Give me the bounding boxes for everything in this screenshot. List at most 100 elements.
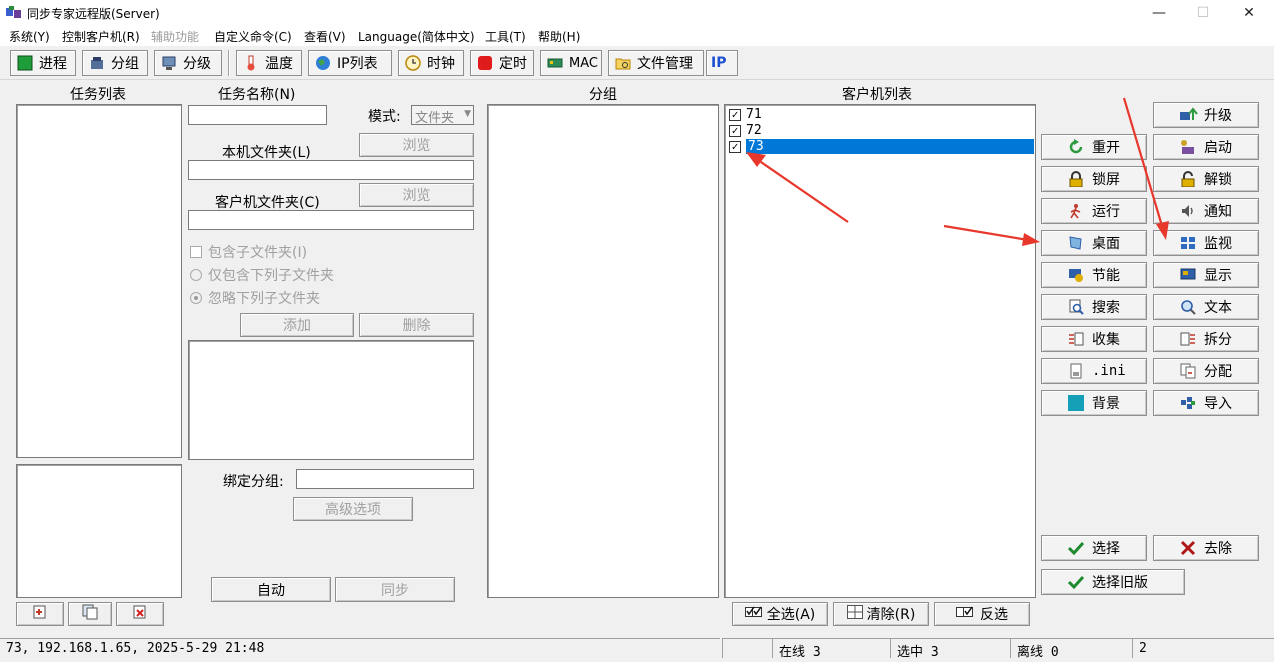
sync-button[interactable]: 同步 — [335, 577, 455, 602]
include-subfolders-checkbox[interactable]: 包含子文件夹(I) — [190, 242, 307, 262]
background-button[interactable]: 背景 — [1041, 390, 1147, 416]
toolbar-ip-list-button[interactable]: IP列表 — [308, 50, 392, 76]
toolbar-separator — [228, 50, 230, 76]
menu-tools[interactable]: 工具(T) — [485, 28, 526, 45]
minimize-icon: — — [1152, 5, 1166, 21]
ignore-radio[interactable]: 忽略下列子文件夹 — [190, 288, 320, 308]
select-button[interactable]: 选择 — [1041, 535, 1147, 561]
auto-button[interactable]: 自动 — [211, 577, 331, 602]
desktop-button[interactable]: 桌面 — [1041, 230, 1147, 256]
maximize-icon: ☐ — [1196, 5, 1210, 21]
mode-select[interactable]: 文件夹 ▼ — [411, 105, 474, 126]
menu-help[interactable]: 帮助(H) — [538, 28, 580, 45]
copy-task-icon — [82, 604, 98, 624]
toolbar-clock-button[interactable]: 时钟 — [398, 50, 464, 76]
toolbar-level-button[interactable]: 分级 — [154, 50, 222, 76]
display-button[interactable]: 显示 — [1153, 262, 1259, 288]
double-check-icon — [744, 605, 763, 623]
search-button[interactable]: 搜索 — [1041, 294, 1147, 320]
split-icon — [1180, 331, 1196, 347]
group-list[interactable] — [487, 104, 719, 598]
menu-custom-command[interactable]: 自定义命令(C) — [214, 28, 292, 45]
menu-aux[interactable]: 辅助功能 — [151, 28, 199, 45]
task-name-input[interactable] — [188, 105, 327, 125]
menu-control-client[interactable]: 控制客户机(R) — [62, 28, 140, 45]
collect-button[interactable]: 收集 — [1041, 326, 1147, 352]
toolbar-timer-button[interactable]: 定时 — [470, 50, 534, 76]
split-button[interactable]: 拆分 — [1153, 326, 1259, 352]
title-bar — [0, 0, 1274, 26]
x-icon — [1180, 540, 1196, 556]
lock-screen-button[interactable]: 锁屏 — [1041, 166, 1147, 192]
status-offline: 离线 0 — [1010, 638, 1132, 660]
maximize-button[interactable]: ☐ — [1180, 0, 1226, 26]
minimize-button[interactable]: — — [1136, 0, 1182, 26]
task-list-lower[interactable] — [16, 464, 182, 598]
close-button[interactable]: ✕ — [1226, 0, 1272, 26]
restart-icon — [1068, 139, 1084, 155]
bind-group-input[interactable] — [296, 469, 474, 489]
toolbar-process-button[interactable]: 进程 — [10, 50, 76, 76]
browse-local-button[interactable]: 浏览 — [359, 133, 474, 157]
remove-button[interactable]: 去除 — [1153, 535, 1259, 561]
client-folder-input[interactable] — [188, 210, 474, 230]
advanced-options-button[interactable]: 高级选项 — [293, 497, 413, 521]
ini-file-icon — [1068, 363, 1084, 379]
subfolder-list[interactable] — [188, 340, 474, 460]
start-button[interactable]: 启动 — [1153, 134, 1259, 160]
client-list[interactable] — [724, 104, 1036, 598]
assign-button[interactable]: 分配 — [1153, 358, 1259, 384]
delete-subfolder-button[interactable]: 删除 — [359, 313, 474, 337]
text-button[interactable]: 文本 — [1153, 294, 1259, 320]
select-all-button[interactable]: 全选(A) — [732, 602, 828, 626]
delete-task-button[interactable] — [116, 602, 164, 626]
import-button[interactable]: 导入 — [1153, 390, 1259, 416]
check-icon — [1067, 540, 1085, 556]
lock-icon — [1068, 171, 1084, 188]
clear-button[interactable]: 清除(R) — [833, 602, 929, 626]
status-online: 在线 3 — [772, 638, 890, 660]
upgrade-button[interactable]: 升级 — [1153, 102, 1259, 128]
task-list[interactable] — [16, 104, 182, 458]
restart-button[interactable]: 重开 — [1041, 134, 1147, 160]
toolbar-temperature-button[interactable]: 温度 — [236, 50, 302, 76]
notify-button[interactable]: 通知 — [1153, 198, 1259, 224]
local-folder-input[interactable] — [188, 160, 474, 180]
only-include-radio[interactable]: 仅包含下列子文件夹 — [190, 265, 334, 285]
menu-view[interactable]: 查看(V) — [304, 28, 346, 45]
monitor-button[interactable]: 监视 — [1153, 230, 1259, 256]
assign-icon — [1180, 363, 1196, 379]
globe-icon — [315, 55, 331, 71]
invert-button[interactable]: 反选 — [934, 602, 1030, 626]
checked-icon: ✓ — [729, 124, 741, 137]
app-icon — [6, 6, 22, 20]
status-count: 2 — [1132, 638, 1274, 658]
grid-icon — [846, 605, 863, 623]
client-item-selected[interactable]: ✓ 73 — [729, 139, 1034, 154]
radio-selected-icon — [190, 292, 202, 304]
browse-client-button[interactable]: 浏览 — [359, 183, 474, 207]
menu-language[interactable]: Language(简体中文) — [358, 28, 475, 45]
run-button[interactable]: 运行 — [1041, 198, 1147, 224]
toolbar-file-manager-button[interactable]: 文件管理 — [608, 50, 704, 76]
toolbar-mac-button[interactable]: MAC — [540, 50, 602, 76]
radio-icon — [190, 269, 202, 281]
toolbar-ip-button[interactable]: IP — [706, 50, 738, 76]
copy-task-button[interactable] — [68, 602, 112, 626]
client-item[interactable]: ✓ 72 — [729, 123, 762, 138]
add-task-button[interactable] — [16, 602, 64, 626]
ini-button[interactable]: .ini — [1041, 358, 1147, 384]
display-icon — [1180, 267, 1196, 283]
add-subfolder-button[interactable]: 添加 — [240, 313, 354, 337]
ip-icon: IP — [711, 55, 727, 71]
unlock-button[interactable]: 解锁 — [1153, 166, 1259, 192]
power-save-button[interactable]: 节能 — [1041, 262, 1147, 288]
toolbar-group-button[interactable]: 分组 — [82, 50, 148, 76]
network-card-icon — [547, 55, 563, 71]
task-name-label: 任务名称(N) — [218, 87, 296, 103]
folder-search-icon — [615, 55, 631, 71]
select-old-version-button[interactable]: 选择旧版 — [1041, 569, 1185, 595]
checked-icon: ✓ — [729, 140, 741, 153]
client-item[interactable]: ✓ 71 — [729, 107, 762, 122]
menu-system[interactable]: 系统(Y) — [9, 28, 50, 45]
